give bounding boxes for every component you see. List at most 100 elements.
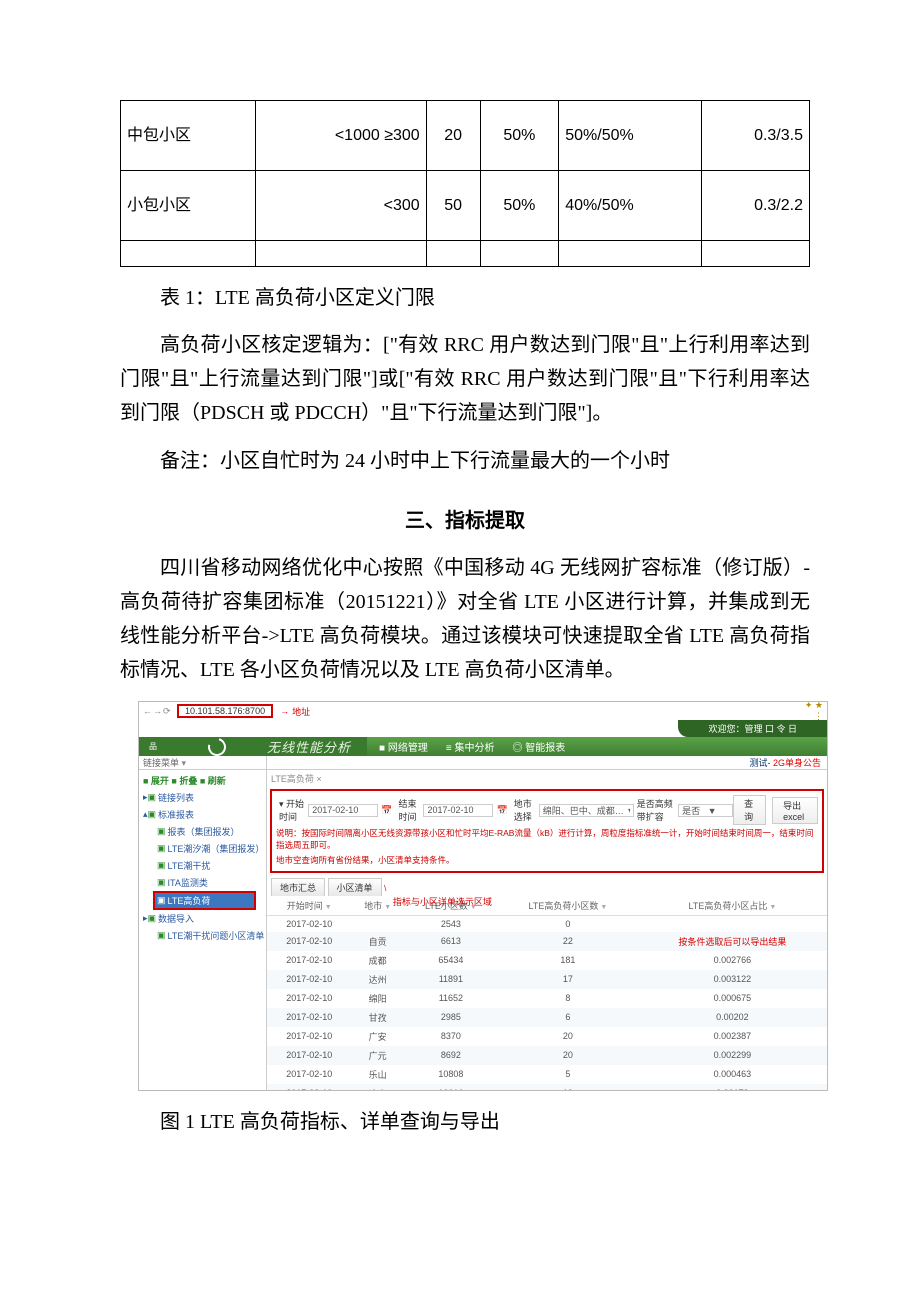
grid-cell: 2017-02-10	[267, 970, 352, 989]
grid-cell: 6613	[404, 932, 498, 951]
sidebar-item-label: ITA监测类	[168, 876, 208, 889]
grid-row[interactable]: 2017-02-10广元8692200.002299	[267, 1046, 827, 1065]
area-select[interactable]	[539, 804, 634, 817]
user-label[interactable]: 测试-	[749, 758, 773, 768]
grid-cell: 0.000675	[638, 989, 827, 1008]
cell: 50%	[503, 197, 535, 214]
forward-icon[interactable]: →	[153, 706, 163, 716]
app-title: 无线性能分析	[267, 737, 367, 756]
sidebar-item[interactable]: ▸ ▣数据导入	[143, 910, 266, 927]
sidebar-item[interactable]: ▣ITA监测类	[143, 874, 266, 891]
grid-cell: 17	[498, 970, 638, 989]
sub-toolbar: 链接菜单 ▾ 测试- 2G单身公告	[139, 756, 827, 770]
grid-cell: 2017-02-10	[267, 1065, 352, 1084]
cell: 0.3/2.2	[754, 197, 803, 214]
reload-icon[interactable]: ⟳	[163, 706, 173, 717]
sidebar-item-lte-highload[interactable]: ▣LTE高负荷	[153, 891, 256, 910]
category-label: 是否高频带扩容	[637, 797, 675, 823]
filter-icon[interactable]: ▼	[325, 904, 332, 911]
annotation-arrow-icon: \	[384, 884, 386, 893]
grid-row[interactable]: 2017-02-10凉山10616190.00179	[267, 1084, 827, 1091]
start-date-input[interactable]	[308, 804, 378, 817]
grid-cell: 0.002766	[638, 951, 827, 970]
result-grid: 开始时间▼ 地市▼ LTE小区数▼ LTE高负荷小区数▼ LTE高负荷小区占比▼…	[267, 896, 827, 1091]
grid-cell: 0.00202	[638, 1008, 827, 1027]
browser-address-bar: ← → ⟳ 10.101.58.176:8700 → 地址 ✦ ★ ⋮	[139, 702, 827, 720]
main-menu: ■ 网络管理 ≡ 集中分析 ◎ 智能报表	[367, 737, 827, 756]
logo-swoosh-icon	[167, 737, 267, 756]
link-menu-label[interactable]: 链接菜单	[143, 758, 179, 768]
sidebar-item-label: 链接列表	[158, 791, 194, 804]
cell: 小包小区	[127, 197, 191, 214]
grid-cell: 2017-02-10	[267, 1027, 352, 1046]
chevron-down-icon[interactable]: ▾	[182, 758, 187, 768]
grid-row[interactable]: 2017-02-10自贡661322按条件选取后可以导出结果	[267, 932, 827, 951]
filter-icon[interactable]: ▼	[384, 904, 391, 911]
end-date-input[interactable]	[423, 804, 493, 817]
cell: <300	[384, 197, 420, 214]
grid-row[interactable]: 2017-02-10成都654341810.002766	[267, 951, 827, 970]
grid-header[interactable]: 开始时间▼	[267, 896, 352, 916]
grid-header[interactable]: LTE高负荷小区占比▼	[638, 896, 827, 916]
grid-row[interactable]: 2017-02-10绵阳1165280.000675	[267, 989, 827, 1008]
grid-cell: 0.000463	[638, 1065, 827, 1084]
filter-icon[interactable]: ▼	[769, 904, 776, 911]
grid-cell: 自贡	[352, 932, 404, 951]
sidebar-item[interactable]: ▣LTE潮汐潮（集团报发）	[143, 840, 266, 857]
grid-cell: 181	[498, 951, 638, 970]
announcement-link[interactable]: 2G单身公告	[773, 758, 821, 768]
calendar-icon[interactable]: 📅	[496, 805, 507, 816]
cell: 0.3/3.5	[754, 127, 803, 144]
sidebar-item[interactable]: ▣LTE潮干扰问题小区清单	[143, 927, 266, 944]
tab-cell-list[interactable]: 小区清单	[328, 878, 382, 896]
category-select[interactable]	[678, 804, 733, 817]
tab-region-summary[interactable]: 地市汇总	[271, 878, 325, 896]
grid-cell: 0	[498, 915, 638, 932]
filter-icon[interactable]: ▼	[600, 904, 607, 911]
grid-cell: 10616	[404, 1084, 498, 1091]
grid-cell: 8370	[404, 1027, 498, 1046]
sidebar-item[interactable]: ▣LTE潮干扰	[143, 857, 266, 874]
calendar-icon[interactable]: 📅	[381, 805, 392, 816]
menu-item[interactable]: ◎ 智能报表	[512, 739, 565, 754]
annotation-label: 地址	[292, 705, 310, 718]
grid-cell: 5	[498, 1065, 638, 1084]
grid-row[interactable]: 2017-02-10乐山1080850.000463	[267, 1065, 827, 1084]
sidebar-item-label: LTE潮干扰	[168, 859, 211, 872]
sidebar-toolbar[interactable]: ■ 展开 ■ 折叠 ■ 刷新	[143, 772, 266, 789]
grid-row[interactable]: 2017-02-10达州11891170.003122	[267, 970, 827, 989]
star-icon[interactable]: ✦ ★ ⋮	[795, 701, 823, 722]
sidebar-item-label: 标准报表	[158, 808, 194, 821]
query-button[interactable]: 查询	[733, 795, 766, 825]
breadcrumb-tab[interactable]: LTE高负荷 ×	[267, 770, 827, 787]
grid-row[interactable]: 2017-02-10广安8370200.002387	[267, 1027, 827, 1046]
file-icon: ▣	[157, 877, 166, 888]
menu-item[interactable]: ≡ 集中分析	[446, 739, 495, 754]
grid-row[interactable]: 2017-02-1025430	[267, 915, 827, 932]
sidebar-item-label: LTE潮干扰问题小区清单	[168, 929, 265, 942]
grid-cell: 乐山	[352, 1065, 404, 1084]
grid-row[interactable]: 2017-02-10甘孜298560.00202	[267, 1008, 827, 1027]
paragraph: 四川省移动网络优化中心按照《中国移动 4G 无线网扩容标准（修订版）-高负荷待扩…	[120, 551, 810, 687]
folder-icon: ▣	[148, 809, 157, 820]
sidebar-item[interactable]: ▣报表（集团报发）	[143, 823, 266, 840]
cell: 50%/50%	[565, 127, 634, 144]
grid-cell: 按条件选取后可以导出结果	[638, 932, 827, 951]
start-date-label: ▾ 开始时间	[279, 797, 305, 823]
grid-header[interactable]: LTE高负荷小区数▼	[498, 896, 638, 916]
breadcrumb-label: LTE高负荷 ×	[271, 774, 322, 784]
grid-cell: 达州	[352, 970, 404, 989]
grid-cell: 绵阳	[352, 989, 404, 1008]
file-icon: ▣	[157, 860, 166, 871]
table-row	[121, 241, 810, 267]
grid-cell: 甘孜	[352, 1008, 404, 1027]
url-box[interactable]: 10.101.58.176:8700	[177, 704, 273, 718]
grid-cell: 11891	[404, 970, 498, 989]
back-icon[interactable]: ←	[143, 706, 153, 716]
menu-item[interactable]: ■ 网络管理	[379, 739, 428, 754]
export-excel-button[interactable]: 导出excel	[772, 797, 818, 824]
end-date-label: 结束时间	[399, 797, 421, 823]
grid-cell: 65434	[404, 951, 498, 970]
sidebar-item[interactable]: ▸ ▣链接列表	[143, 789, 266, 806]
sidebar-item[interactable]: ▴ ▣标准报表	[143, 806, 266, 823]
